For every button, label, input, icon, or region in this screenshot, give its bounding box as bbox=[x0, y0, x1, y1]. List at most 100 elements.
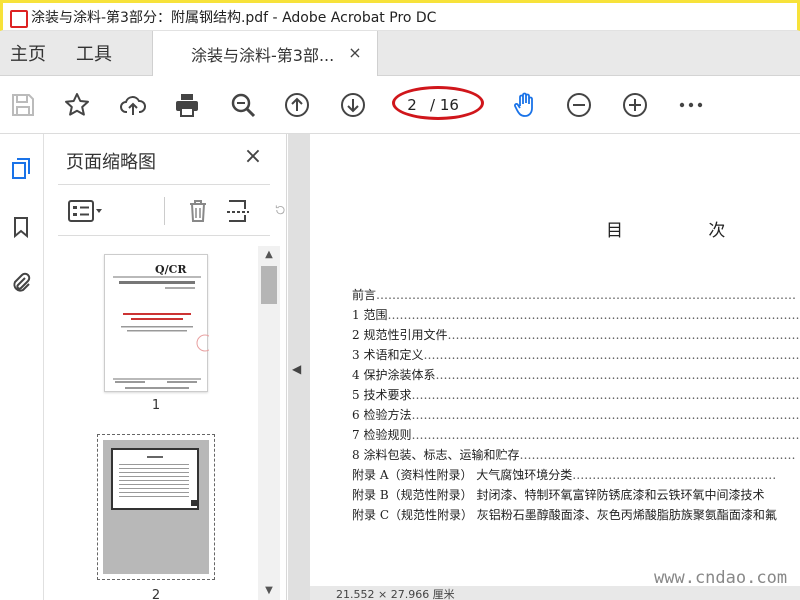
thumbnail-options-button[interactable] bbox=[64, 197, 108, 225]
scrollbar-thumb[interactable] bbox=[261, 266, 277, 304]
toc-entry-leader-dots: ………………………………………………………………………………………… bbox=[411, 408, 800, 422]
page-size-status: 21.552 × 27.966 厘米 bbox=[310, 586, 800, 600]
save-button[interactable] bbox=[8, 90, 38, 120]
acrobat-logo-icon bbox=[9, 9, 28, 28]
toc-entry-leader-dots: ………………………………………………………………………………………… bbox=[411, 388, 800, 402]
attachments-toggle[interactable] bbox=[6, 268, 36, 298]
scroll-up-arrow-icon[interactable]: ▲ bbox=[258, 246, 280, 264]
rotate-page-button[interactable] bbox=[262, 197, 270, 225]
minus-circle-icon bbox=[567, 93, 591, 117]
toc-entry-label: 1 范围 bbox=[352, 308, 388, 322]
toc-entry-label: 附录 A（资料性附录） 大气腐蚀环境分类 bbox=[352, 468, 573, 482]
toc-entry[interactable]: 6 检验方法………………………………………………………………………………………… bbox=[352, 406, 800, 423]
toc-entry-label: 3 术语和定义 bbox=[352, 348, 424, 362]
thumb1-header-text: Q/CR bbox=[155, 263, 187, 276]
page-thumbnails-toggle[interactable] bbox=[6, 154, 36, 184]
delete-page-button[interactable] bbox=[184, 197, 212, 225]
toc-entry[interactable]: 1 范围…………………………………………………………………………………………… bbox=[352, 306, 800, 323]
toc-entry-label: 8 涂料包装、标志、运输和贮存 bbox=[352, 448, 520, 462]
hand-tool-button[interactable] bbox=[510, 90, 540, 120]
bookmark-icon bbox=[14, 217, 28, 239]
page-thumbnails-panel: 页面缩略图 × Q/CR 1 2 ▲ ▼ bbox=[44, 134, 287, 600]
toc-entry[interactable]: 8 涂料包装、标志、运输和贮存…………………………………………………………… bbox=[352, 446, 800, 463]
toc-entry[interactable]: 4 保护涂装体系…………………………………………………………………………………… bbox=[352, 366, 800, 383]
menu-tools[interactable]: 工具 bbox=[66, 31, 122, 75]
zoom-search-button[interactable] bbox=[228, 90, 258, 120]
close-panel-icon[interactable]: × bbox=[240, 144, 266, 170]
toc-entry-label: 附录 B（规范性附录） 封闭漆、特制环氧富锌防锈底漆和云铁环氧中间漆技术 bbox=[352, 488, 765, 502]
window-title-bar: 涂装与涂料-第3部分：附属钢结构.pdf - Adobe Acrobat Pro… bbox=[0, 0, 800, 31]
bookmarks-toggle[interactable] bbox=[6, 212, 36, 242]
toc-entry-leader-dots: …………………………………………………………………………………… bbox=[435, 368, 800, 382]
arrow-up-circle-icon bbox=[285, 93, 309, 117]
page-thumbnail-1[interactable]: Q/CR bbox=[104, 254, 214, 392]
document-tab-label: 涂装与涂料-第3部... bbox=[191, 45, 335, 65]
close-tab-icon[interactable]: × bbox=[345, 43, 365, 63]
zoom-in-button[interactable] bbox=[620, 90, 650, 120]
next-page-button[interactable] bbox=[338, 90, 368, 120]
toc-entry-leader-dots: …………………………………………………………………………………………… bbox=[387, 308, 800, 322]
trash-icon bbox=[190, 200, 206, 222]
bookmark-star-button[interactable] bbox=[62, 90, 92, 120]
page-total: / 16 bbox=[430, 96, 459, 114]
extract-page-button[interactable] bbox=[224, 197, 252, 225]
menu-home[interactable]: 主页 bbox=[0, 31, 56, 75]
navigation-rail bbox=[0, 134, 44, 600]
thumbnail-toolbar bbox=[58, 184, 270, 236]
hand-icon bbox=[514, 92, 533, 117]
toolbar-separator bbox=[164, 197, 165, 225]
collapse-panel-arrow-icon[interactable]: ◀ bbox=[292, 362, 306, 382]
toc-title: 目 次 bbox=[606, 221, 766, 241]
watermark-text: www.cndao.com bbox=[654, 568, 788, 588]
toc-entry[interactable]: 前言…………………………………………………………………………………………… bbox=[352, 286, 800, 303]
page-number-input[interactable] bbox=[400, 93, 424, 117]
paperclip-icon bbox=[13, 272, 31, 292]
page-thumbnails-icon bbox=[12, 158, 30, 179]
print-button[interactable] bbox=[172, 90, 202, 120]
scroll-down-arrow-icon[interactable]: ▼ bbox=[258, 582, 280, 600]
panel-header: 页面缩略图 × bbox=[44, 134, 287, 184]
page-size-text: 21.552 × 27.966 厘米 bbox=[336, 588, 455, 600]
zoom-out-button[interactable] bbox=[564, 90, 594, 120]
more-tools-button[interactable] bbox=[676, 90, 706, 120]
extract-pages-icon bbox=[227, 200, 249, 222]
toc-entry[interactable]: 附录 A（资料性附录） 大气腐蚀环境分类…………………………………………… bbox=[352, 466, 800, 483]
toc-entry-label: 6 检验方法 bbox=[352, 408, 412, 422]
undo-rotate-button[interactable] bbox=[274, 196, 286, 224]
toc-entry-label: 7 检验规则 bbox=[352, 428, 412, 442]
options-list-icon bbox=[68, 200, 102, 222]
upload-cloud-button[interactable] bbox=[118, 90, 148, 120]
zoom-search-icon bbox=[231, 93, 256, 118]
toc-entry[interactable]: 附录 B（规范性附录） 封闭漆、特制环氧富锌防锈底漆和云铁环氧中间漆技术 bbox=[352, 486, 800, 503]
toc-entry-leader-dots: …………………………………………………………………………………………… bbox=[376, 288, 797, 302]
plus-circle-icon bbox=[623, 93, 647, 117]
toc-entry-label: 前言 bbox=[352, 288, 377, 302]
page-2-preview-lines bbox=[119, 456, 197, 506]
toc-entry[interactable]: 5 技术要求………………………………………………………………………………………… bbox=[352, 386, 800, 403]
printer-icon bbox=[176, 94, 198, 117]
thumbnail-scrollbar[interactable]: ▲ ▼ bbox=[258, 246, 280, 600]
document-tab[interactable]: 涂装与涂料-第3部... × bbox=[152, 31, 378, 76]
tab-bar: 主页 工具 涂装与涂料-第3部... × bbox=[0, 31, 800, 76]
toc-entry[interactable]: 3 术语和定义……………………………………………………………………………………… bbox=[352, 346, 800, 363]
page-thumbnail-2[interactable] bbox=[103, 440, 209, 574]
panel-title: 页面缩略图 bbox=[66, 152, 156, 173]
toc-entry-leader-dots: ………………………………………………………………………………… bbox=[447, 328, 800, 342]
save-icon bbox=[12, 94, 34, 116]
document-page: 目 次 前言…………………………………………………………………………………………… bbox=[310, 134, 800, 586]
toc-entry-leader-dots: …………………………………………………………… bbox=[519, 448, 796, 462]
toc-entry-leader-dots: …………………………………………… bbox=[572, 468, 777, 482]
toc-entry-label: 4 保护涂装体系 bbox=[352, 368, 436, 382]
cloud-upload-icon bbox=[120, 96, 146, 115]
toc-entry[interactable]: 附录 C（规范性附录） 灰铝粉石墨醇酸面漆、灰色丙烯酸脂肪族聚氨酯面漆和氟 bbox=[352, 506, 800, 523]
previous-page-button[interactable] bbox=[282, 90, 312, 120]
toc-entry[interactable]: 2 规范性引用文件………………………………………………………………………………… bbox=[352, 326, 800, 343]
thumbnail-2-label: 2 bbox=[151, 588, 161, 600]
main-toolbar: / 16 bbox=[0, 76, 800, 134]
page-1-preview: Q/CR bbox=[113, 263, 214, 389]
toc-entry-leader-dots: ………………………………………………………………………………………… bbox=[411, 428, 800, 442]
toc-entry-label: 5 技术要求 bbox=[352, 388, 412, 402]
toc-entry[interactable]: 7 检验规则………………………………………………………………………………………… bbox=[352, 426, 800, 443]
document-viewport[interactable]: ◀ 目 次 前言……………………………………………………………………………………… bbox=[288, 134, 800, 600]
page-navigator: / 16 bbox=[394, 90, 484, 120]
